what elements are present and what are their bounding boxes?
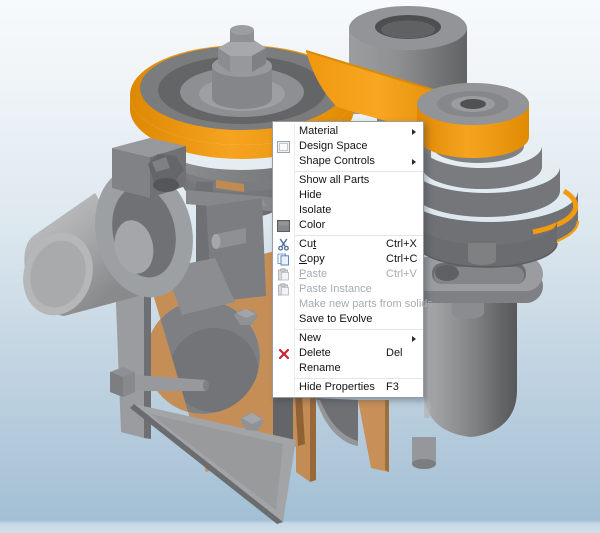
menu-item-label: Isolate bbox=[299, 205, 331, 216]
paste-icon bbox=[273, 283, 294, 296]
menu-item-label: Paste bbox=[299, 269, 327, 280]
menu-item-label: New bbox=[299, 333, 321, 344]
menu-separator bbox=[295, 235, 423, 236]
menu-item-new[interactable]: New bbox=[273, 331, 423, 346]
submenu-arrow-icon bbox=[412, 159, 416, 165]
menu-separator bbox=[295, 378, 423, 379]
small-pulley[interactable] bbox=[417, 83, 529, 158]
menu-item-label: Shape Controls bbox=[299, 156, 375, 167]
menu-item-label: Hide bbox=[299, 190, 322, 201]
menu-item-shortcut: Ctrl+X bbox=[386, 239, 417, 250]
color-swatch-icon bbox=[273, 220, 294, 232]
menu-item-shape-controls[interactable]: Shape Controls bbox=[273, 154, 423, 169]
menu-item-label: Material bbox=[299, 126, 338, 137]
menu-item-shortcut: Del bbox=[386, 348, 403, 359]
cut-icon bbox=[273, 238, 294, 251]
delete-icon bbox=[273, 348, 294, 360]
menu-item-shortcut: Ctrl+V bbox=[386, 269, 417, 280]
copy-icon bbox=[273, 253, 294, 266]
menu-item-label: Save to Evolve bbox=[299, 314, 372, 325]
menu-item-cut[interactable]: Cut Ctrl+X bbox=[273, 237, 423, 252]
menu-item-label: Cut bbox=[299, 239, 316, 250]
menu-item-delete[interactable]: Delete Del bbox=[273, 346, 423, 361]
menu-item-label: Rename bbox=[299, 363, 341, 374]
menu-item-shortcut: F3 bbox=[386, 382, 399, 393]
menu-item-show-all-parts[interactable]: Show all Parts bbox=[273, 173, 423, 188]
menu-item-hide-properties[interactable]: Hide Properties F3 bbox=[273, 380, 423, 395]
menu-item-copy[interactable]: Copy Ctrl+C bbox=[273, 252, 423, 267]
menu-item-label: Copy bbox=[299, 254, 325, 265]
menu-item-isolate[interactable]: Isolate bbox=[273, 203, 423, 218]
menu-item-shortcut: Ctrl+C bbox=[386, 254, 417, 265]
menu-item-label: Delete bbox=[299, 348, 331, 359]
menu-item-label: Design Space bbox=[299, 141, 368, 152]
paste-icon bbox=[273, 268, 294, 281]
menu-item-label: Paste Instance bbox=[299, 284, 372, 295]
menu-item-label: Color bbox=[299, 220, 325, 231]
menu-item-paste-instance[interactable]: Paste Instance bbox=[273, 282, 423, 297]
menu-item-rename[interactable]: Rename bbox=[273, 361, 423, 376]
submenu-arrow-icon bbox=[412, 336, 416, 342]
menu-item-paste[interactable]: Paste Ctrl+V bbox=[273, 267, 423, 282]
menu-item-hide[interactable]: Hide bbox=[273, 188, 423, 203]
menu-item-material[interactable]: Material bbox=[273, 124, 423, 139]
cad-viewport[interactable]: Material Design Space Shape Controls Sho… bbox=[0, 0, 600, 533]
menu-item-label: Hide Properties bbox=[299, 382, 375, 393]
submenu-arrow-icon bbox=[412, 129, 416, 135]
menu-item-save-to-evolve[interactable]: Save to Evolve bbox=[273, 312, 423, 327]
context-menu: Material Design Space Shape Controls Sho… bbox=[272, 121, 424, 398]
menu-item-color[interactable]: Color bbox=[273, 218, 423, 233]
tank-bracket-plates[interactable] bbox=[296, 394, 389, 482]
menu-item-label: Make new parts from solids bbox=[299, 299, 433, 310]
menu-separator bbox=[295, 171, 423, 172]
menu-item-make-new-parts-from-solids[interactable]: Make new parts from solids bbox=[273, 297, 423, 312]
menu-separator bbox=[295, 329, 423, 330]
design-space-icon bbox=[273, 141, 294, 153]
hub-hex-nut bbox=[218, 25, 266, 72]
menu-item-label: Show all Parts bbox=[299, 175, 369, 186]
menu-item-design-space[interactable]: Design Space bbox=[273, 139, 423, 154]
